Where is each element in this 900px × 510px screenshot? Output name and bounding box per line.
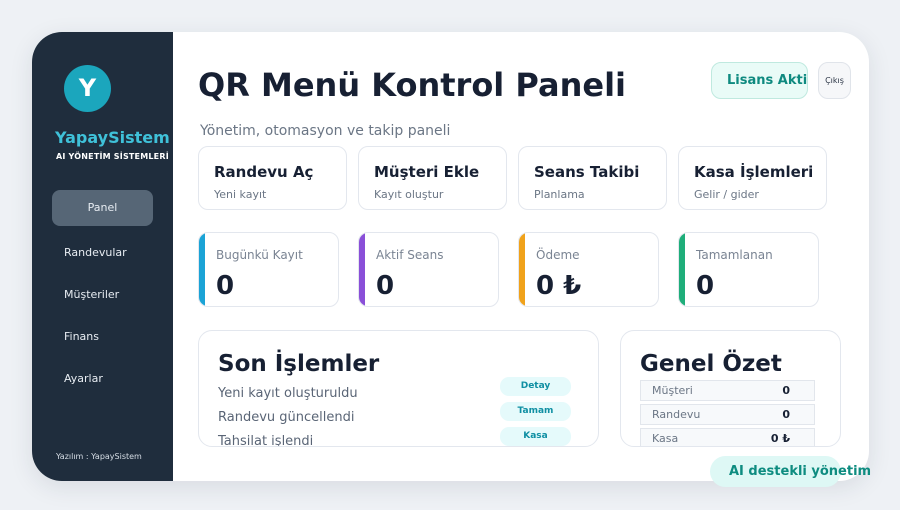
stat-accent-bar [519, 233, 525, 306]
activity-item-text: Yeni kayıt oluşturuldu [218, 386, 358, 401]
stat-value: 0 [216, 271, 235, 301]
panel-title: Son İşlemler [218, 351, 380, 377]
sidebar-item-finans[interactable]: Finans [52, 319, 153, 355]
summary-row: Randevu 0 [640, 404, 815, 425]
sidebar-item-musteriler[interactable]: Müşteriler [52, 277, 153, 313]
stat-value: 0 [696, 271, 715, 301]
summary-label: Kasa [652, 432, 679, 445]
license-status-badge: Lisans Aktif [711, 62, 808, 99]
logout-button[interactable]: Çıkış [818, 62, 851, 99]
sidebar-item-ayarlar[interactable]: Ayarlar [52, 361, 153, 397]
action-subtitle: Planlama [534, 188, 585, 201]
page-subtitle: Yönetim, otomasyon ve takip paneli [200, 123, 451, 139]
sidebar-footer: Yazılım : YapaySistem [56, 452, 142, 461]
summary-label: Müşteri [652, 384, 693, 397]
sidebar: Y YapaySistem AI YÖNETİM SİSTEMLERİ Pane… [32, 32, 173, 481]
brand-logo: Y [64, 65, 111, 112]
action-title: Seans Takibi [534, 163, 640, 181]
activity-tag-detay[interactable]: Detay [500, 377, 571, 396]
ai-badge: AI destekli yönetim [710, 456, 871, 487]
stat-card-odeme: Ödeme 0 ₺ [518, 232, 659, 307]
app-window: Y YapaySistem AI YÖNETİM SİSTEMLERİ Pane… [32, 32, 869, 481]
summary-row: Müşteri 0 [640, 380, 815, 401]
activity-tag-tamam[interactable]: Tamam [500, 402, 571, 421]
stat-label: Ödeme [536, 248, 580, 262]
activity-item-text: Tahsilat işlendi [218, 434, 314, 447]
activity-tag-kasa[interactable]: Kasa [500, 427, 571, 446]
stat-accent-bar [679, 233, 685, 306]
summary-row: Kasa 0 ₺ [640, 428, 815, 446]
action-title: Kasa İşlemleri [694, 163, 814, 181]
stat-value: 0 ₺ [536, 271, 582, 301]
sidebar-item-panel[interactable]: Panel [52, 190, 153, 226]
stat-label: Bugünkü Kayıt [216, 248, 303, 262]
action-subtitle: Kayıt oluştur [374, 188, 444, 201]
stat-label: Tamamlanan [696, 248, 773, 262]
stat-accent-bar [359, 233, 365, 306]
stat-card-bugunku-kayit: Bugünkü Kayıt 0 [198, 232, 339, 307]
stat-label: Aktif Seans [376, 248, 444, 262]
action-card-randevu-ac[interactable]: Randevu Aç Yeni kayıt [198, 146, 347, 210]
action-subtitle: Gelir / gider [694, 188, 759, 201]
action-card-seans-takibi[interactable]: Seans Takibi Planlama [518, 146, 667, 210]
brand-tagline: AI YÖNETİM SİSTEMLERİ [56, 152, 169, 161]
summary-value: 0 [782, 408, 790, 421]
action-title: Müşteri Ekle [374, 163, 480, 181]
stat-card-aktif-seans: Aktif Seans 0 [358, 232, 499, 307]
brand-name: YapaySistem [55, 128, 170, 147]
stat-value: 0 [376, 271, 395, 301]
summary-value: 0 [782, 384, 790, 397]
sidebar-item-randevular[interactable]: Randevular [52, 235, 153, 271]
summary-panel: Genel Özet Müşteri 0 Randevu 0 Kasa 0 ₺ [620, 330, 841, 447]
recent-activity-panel: Son İşlemler Yeni kayıt oluşturuldu Deta… [198, 330, 599, 447]
panel-title: Genel Özet [640, 351, 782, 377]
action-title: Randevu Aç [214, 163, 314, 181]
summary-label: Randevu [652, 408, 701, 421]
stat-card-tamamlanan: Tamamlanan 0 [678, 232, 819, 307]
page-title: QR Menü Kontrol Paneli [198, 66, 627, 104]
action-card-musteri-ekle[interactable]: Müşteri Ekle Kayıt oluştur [358, 146, 507, 210]
action-card-kasa-islemleri[interactable]: Kasa İşlemleri Gelir / gider [678, 146, 827, 210]
activity-item-text: Randevu güncellendi [218, 410, 355, 425]
summary-value: 0 ₺ [770, 432, 790, 445]
stat-accent-bar [199, 233, 205, 306]
action-subtitle: Yeni kayıt [214, 188, 267, 201]
